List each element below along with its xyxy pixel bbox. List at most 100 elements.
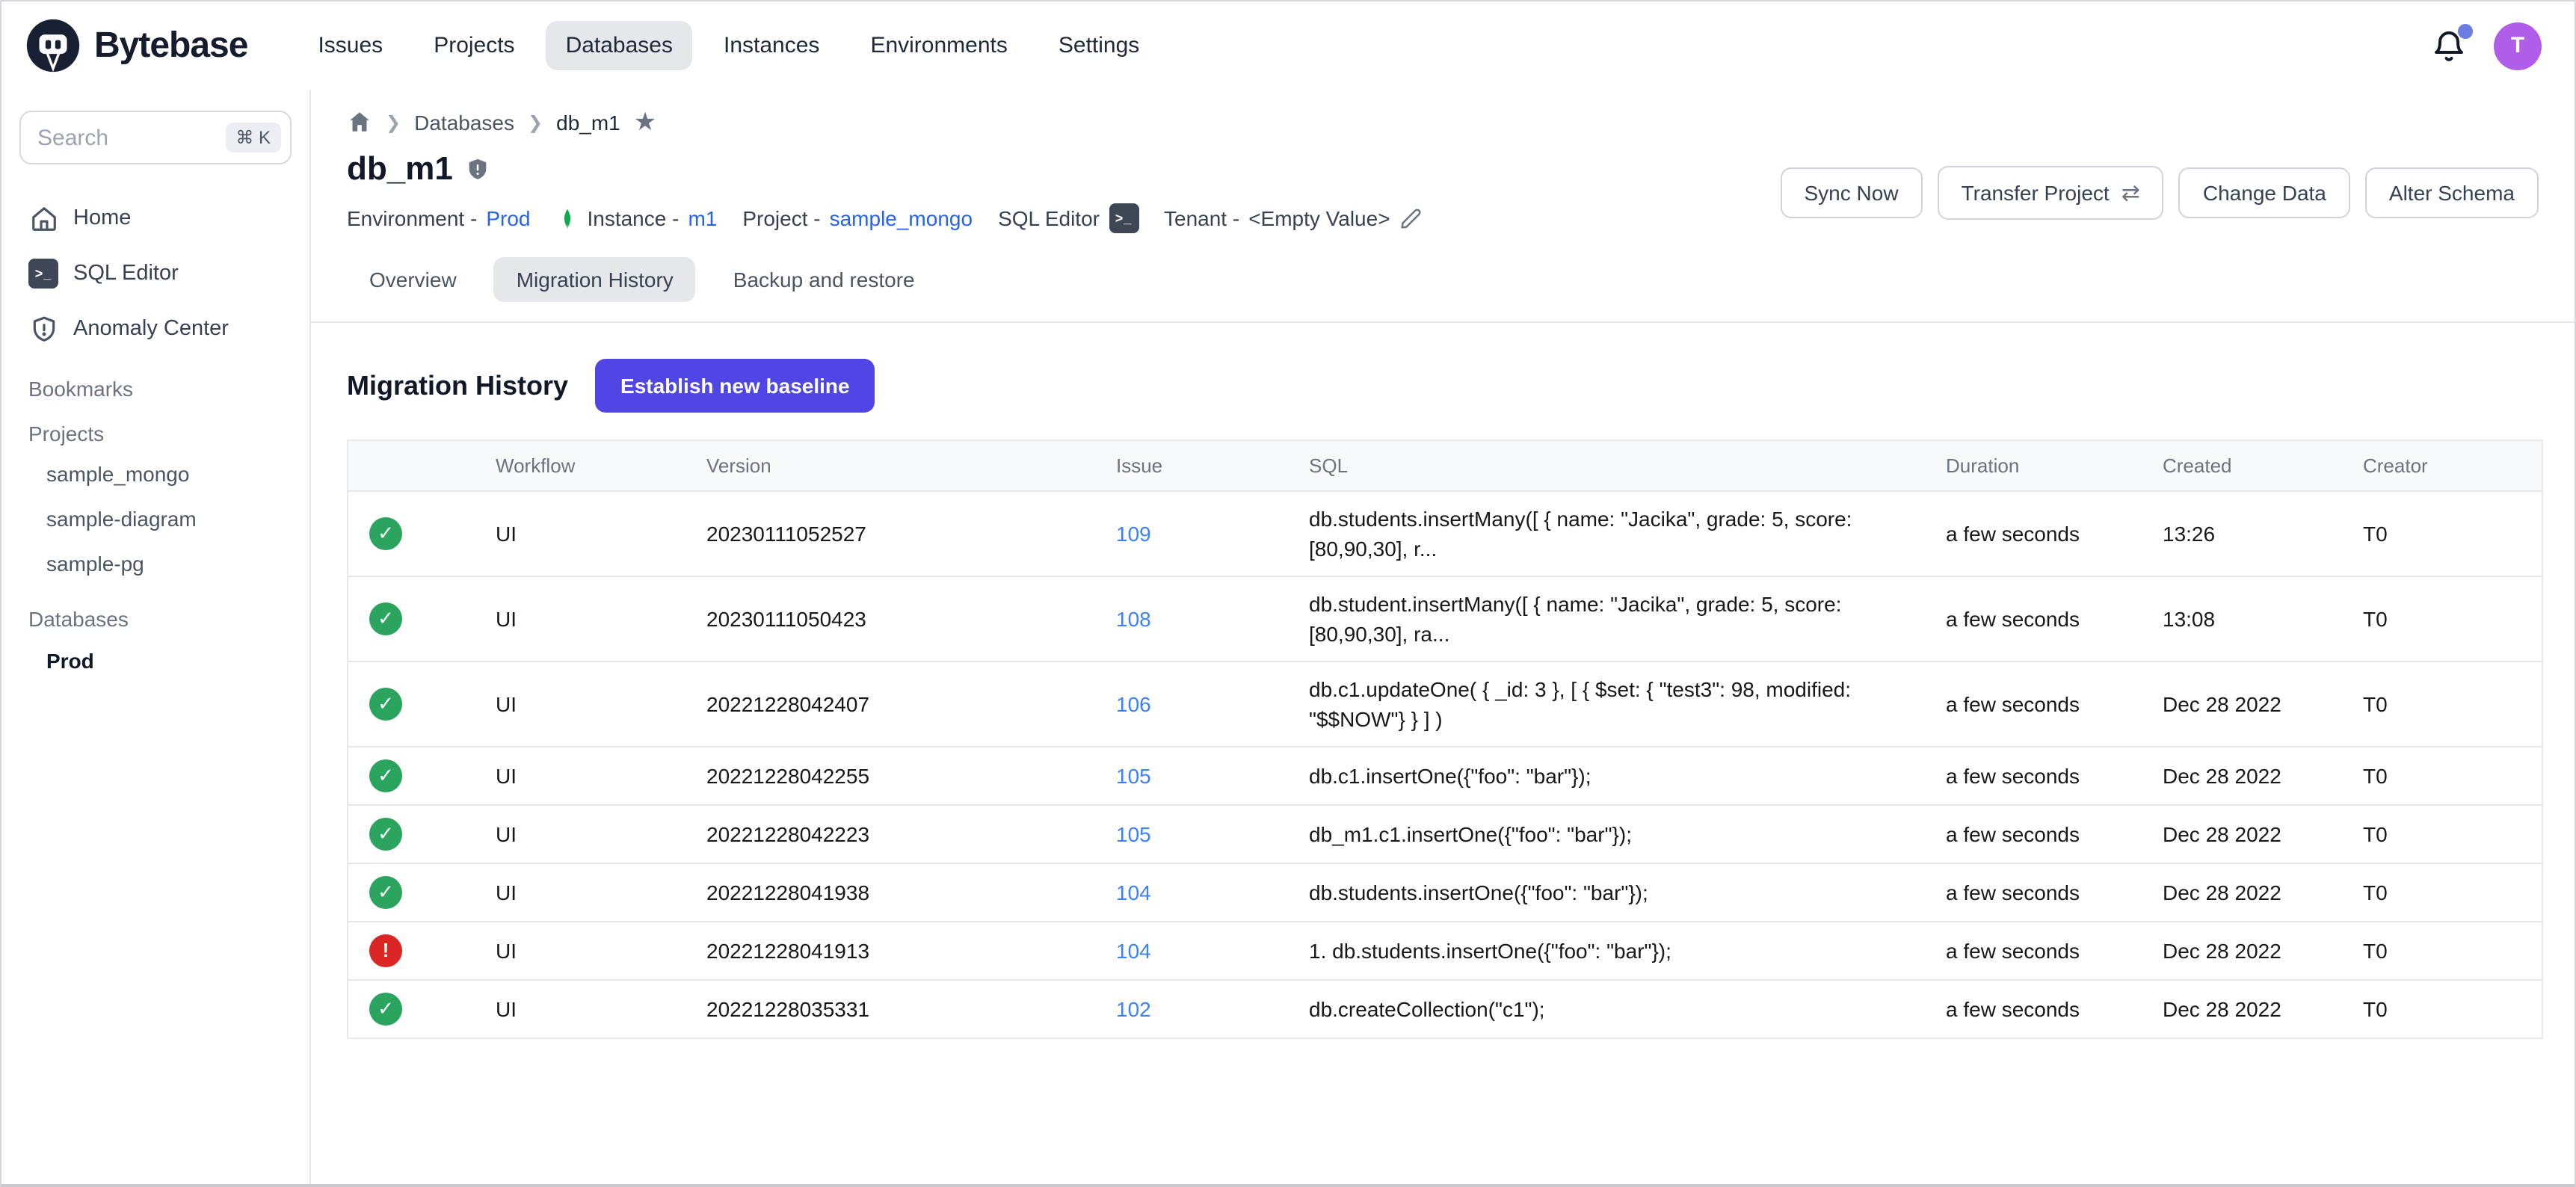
table-row[interactable]: UI 20221228042223 105 db_m1.c1.insertOne… [348,805,2542,863]
instance-meta: Instance - m1 [555,206,717,230]
status-icon [369,993,402,1026]
sidebar-item-anomaly-center[interactable]: Anomaly Center [19,302,292,356]
establish-baseline-button[interactable]: Establish new baseline [595,359,875,413]
version-cell: 20221228035331 [706,980,1116,1038]
shield-alert-icon [28,314,58,344]
duration-cell: a few seconds [1946,863,2163,922]
breadcrumb-databases[interactable]: Databases [414,110,514,134]
sql-cell: db.c1.insertOne({"foo": "bar"}); [1309,747,1946,805]
sidebar-item-sample-pg[interactable]: sample-pg [19,541,292,586]
home-crumb-icon[interactable] [347,109,372,135]
col-version-header: Version [706,440,1116,491]
table-row[interactable]: UI 20221228042407 106 db.c1.updateOne( {… [348,662,2542,747]
creator-cell: T0 [2363,576,2542,662]
col-issue-header: Issue [1116,440,1309,491]
sql-editor-label: SQL Editor [998,206,1100,230]
project-link[interactable]: sample_mongo [830,206,973,230]
workflow-cell: UI [496,662,706,747]
table-row[interactable]: UI 20221228035331 102 db.createCollectio… [348,980,2542,1038]
notification-bell-icon[interactable] [2431,28,2467,64]
sidebar-item-sql-editor[interactable]: >_ SQL Editor [19,247,292,300]
status-icon [369,602,402,635]
creator-cell: T0 [2363,805,2542,863]
table-row[interactable]: UI 20221228041938 104 db.students.insert… [348,863,2542,922]
project-meta: Project - sample_mongo [742,206,973,230]
tab-overview[interactable]: Overview [347,257,479,302]
issue-link[interactable]: 106 [1116,692,1151,716]
notification-dot [2458,23,2473,38]
issue-link[interactable]: 104 [1116,939,1151,963]
created-cell: 13:08 [2163,576,2363,662]
issue-link[interactable]: 105 [1116,822,1151,846]
migration-history-header: Migration History Establish new baseline [347,359,2539,413]
version-cell: 20230111050423 [706,576,1116,662]
sidebar-item-sample-mongo[interactable]: sample_mongo [19,451,292,496]
environment-link[interactable]: Prod [486,206,530,230]
created-cell: Dec 28 2022 [2163,805,2363,863]
terminal-icon: >_ [28,259,58,289]
bytebase-logo[interactable]: Bytebase [25,18,247,73]
table-row[interactable]: UI 20230111052527 109 db.students.insert… [348,491,2542,576]
duration-cell: a few seconds [1946,805,2163,863]
nav-environments[interactable]: Environments [851,21,1026,70]
nav-settings[interactable]: Settings [1039,21,1159,70]
creator-cell: T0 [2363,922,2542,980]
status-icon [369,688,402,721]
issue-link[interactable]: 104 [1116,881,1151,904]
migration-history-table: Workflow Version Issue SQL Duration Crea… [347,440,2543,1039]
version-cell: 20221228042223 [706,805,1116,863]
creator-cell: T0 [2363,747,2542,805]
page-header-left: db_m1 Environment - Prod [347,149,1422,233]
environment-meta: Environment - Prod [347,206,530,230]
tab-backup-and-restore[interactable]: Backup and restore [711,257,937,302]
sidebar-item-label: Anomaly Center [73,317,229,341]
table-row[interactable]: UI 20230111050423 108 db.student.insertM… [348,576,2542,662]
col-sql-header: SQL [1309,440,1946,491]
workflow-cell: UI [496,747,706,805]
table-row[interactable]: UI 20221228041913 104 1. db.students.ins… [348,922,2542,980]
tenant-label: Tenant - [1164,206,1239,230]
sql-cell: db_m1.c1.insertOne({"foo": "bar"}); [1309,805,1946,863]
sidebar-item-home[interactable]: Home [19,191,292,245]
sidebar-section-bookmarks: Bookmarks [28,377,283,401]
transfer-arrows-icon: ⇄ [2121,179,2140,206]
change-data-button[interactable]: Change Data [2179,167,2350,218]
bookmark-star-icon[interactable]: ★ [634,109,657,135]
issue-link[interactable]: 108 [1116,607,1151,631]
table-row[interactable]: UI 20221228042255 105 db.c1.insertOne({"… [348,747,2542,805]
alter-schema-button[interactable]: Alter Schema [2365,167,2539,218]
sidebar-item-label: Home [73,206,131,230]
nav-databases[interactable]: Databases [546,21,692,70]
nav-instances[interactable]: Instances [704,21,839,70]
search-input[interactable]: Search ⌘ K [19,111,292,164]
duration-cell: a few seconds [1946,747,2163,805]
duration-cell: a few seconds [1946,922,2163,980]
sidebar-section-databases: Databases [28,607,283,631]
issue-link[interactable]: 102 [1116,997,1151,1021]
status-icon [369,876,402,909]
top-nav: Issues Projects Databases Instances Envi… [298,21,1159,70]
sync-now-button[interactable]: Sync Now [1781,167,1923,218]
sidebar-item-prod[interactable]: Prod [19,637,292,685]
instance-link[interactable]: m1 [688,206,717,230]
transfer-project-button[interactable]: Transfer Project ⇄ [1938,166,2164,220]
issue-link[interactable]: 109 [1116,522,1151,546]
issue-link[interactable]: 105 [1116,764,1151,788]
sql-cell: db.students.insertOne({"foo": "bar"}); [1309,863,1946,922]
project-label: Project - [742,206,820,230]
edit-pencil-icon[interactable] [1399,207,1422,229]
creator-cell: T0 [2363,662,2542,747]
search-shortcut-badge: ⌘ K [225,123,281,152]
chevron-right-icon: ❯ [528,111,543,132]
created-cell: Dec 28 2022 [2163,863,2363,922]
version-cell: 20230111052527 [706,491,1116,576]
shield-alert-badge-icon [465,156,490,182]
avatar[interactable]: T [2494,22,2542,70]
databases-list: Prod [19,637,292,685]
creator-cell: T0 [2363,491,2542,576]
sidebar-item-sample-diagram[interactable]: sample-diagram [19,496,292,541]
sql-editor-meta[interactable]: SQL Editor >_ [998,203,1138,233]
tab-migration-history[interactable]: Migration History [494,257,696,302]
nav-projects[interactable]: Projects [414,21,534,70]
nav-issues[interactable]: Issues [298,21,402,70]
